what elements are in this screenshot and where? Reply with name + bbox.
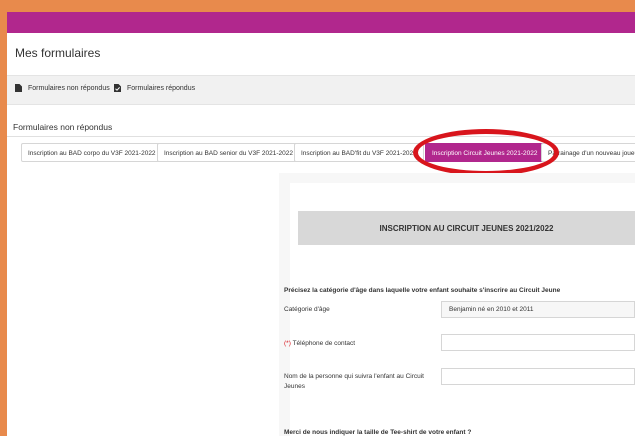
- page-title: Mes formulaires: [15, 46, 101, 60]
- form-button-bad-corpo[interactable]: Inscription au BAD corpo du V3F 2021-202…: [21, 143, 163, 162]
- phone-label: (*) Téléphone de contact: [284, 339, 355, 349]
- form-button-circuit-jeunes[interactable]: Inscription Circuit Jeunes 2021-2022: [425, 143, 545, 162]
- phone-input[interactable]: [441, 334, 635, 351]
- question-age-category: Précisez la catégorie d'âge dans laquell…: [284, 287, 561, 294]
- form-header: INSCRIPTION AU CIRCUIT JEUNES 2021/2022: [298, 211, 635, 245]
- file-check-icon: [114, 84, 121, 92]
- age-category-select[interactable]: Benjamin né en 2010 et 2011: [441, 301, 635, 318]
- form-card: INSCRIPTION AU CIRCUIT JEUNES 2021/2022 …: [284, 183, 635, 436]
- tab-unanswered-forms[interactable]: Formulaires non répondus: [15, 84, 110, 92]
- phone-label-text: Téléphone de contact: [292, 340, 356, 347]
- file-icon: [15, 84, 22, 92]
- required-mark: (*): [284, 340, 291, 347]
- app-window: Mes formulaires Formulaires non répondus…: [7, 12, 635, 436]
- person-input[interactable]: [441, 368, 635, 385]
- person-label: Nom de la personne qui suivra l'enfant a…: [284, 373, 424, 390]
- tab-label: Formulaires répondus: [127, 84, 196, 92]
- form-button-bad-fit[interactable]: Inscription au BAD'fit du V3F 2021-2022: [294, 143, 424, 162]
- tab-answered-forms[interactable]: Formulaires répondus: [114, 84, 195, 92]
- divider: [7, 136, 635, 137]
- tab-bar: Formulaires non répondus Formulaires rép…: [7, 75, 635, 105]
- top-bar: [7, 12, 635, 33]
- form-button-parrainage[interactable]: Parrainage d'un nouveau joueur: [541, 143, 635, 162]
- age-category-label: Catégorie d'âge: [284, 306, 330, 313]
- form-button-bad-senior[interactable]: Inscription au BAD senior du V3F 2021-20…: [157, 143, 300, 162]
- tab-label: Formulaires non répondus: [28, 84, 110, 92]
- question-tshirt-size: Merci de nous indiquer la taille de Tee-…: [284, 429, 472, 436]
- section-title: Formulaires non répondus: [13, 122, 113, 132]
